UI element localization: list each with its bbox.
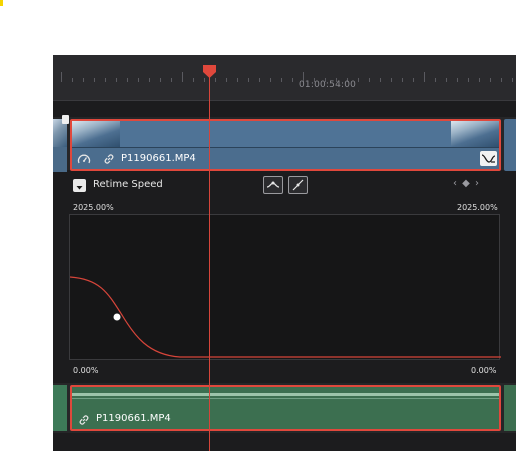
ruler-timecode: 01:00:54:00	[299, 80, 357, 90]
ruler-tick	[72, 78, 73, 82]
corner-mark	[0, 0, 3, 6]
ruler-tick	[413, 78, 414, 82]
ease-in-out-icon[interactable]	[263, 176, 283, 194]
graph-max-right: 2025.00%	[457, 203, 498, 212]
ruler-tick	[248, 78, 249, 82]
ruler-tick	[457, 78, 458, 82]
playhead-handle[interactable]	[202, 64, 217, 79]
ruler-tick	[424, 72, 425, 82]
audio-waveform-line	[72, 398, 499, 399]
ruler-tick	[270, 78, 271, 82]
audio-clip-previous[interactable]	[53, 385, 67, 431]
video-clip-next[interactable]	[504, 119, 516, 171]
retime-title[interactable]: Retime Speed	[93, 179, 163, 190]
ruler-tick	[391, 78, 392, 82]
ruler-tick	[380, 78, 381, 82]
linear-curve-icon[interactable]	[288, 176, 308, 194]
ruler-tick	[281, 78, 282, 82]
retime-keyframe-handle	[113, 313, 121, 321]
clip-thumbnail-end	[451, 121, 499, 147]
ruler-tick	[479, 78, 480, 82]
clip-thumbnail-start	[72, 121, 120, 147]
ruler-tick	[237, 78, 238, 82]
speedometer-icon[interactable]	[77, 153, 91, 167]
graph-min-right: 0.00%	[471, 366, 497, 375]
video-track: P1190661.MP4	[53, 115, 516, 172]
ruler-tick	[501, 78, 502, 82]
audio-waveform	[72, 393, 499, 396]
clip-thumbnail-strip	[72, 121, 499, 147]
retime-header: Retime Speed ‹ ◆ ›	[53, 173, 516, 199]
ruler-tick	[369, 78, 370, 82]
ruler-tick	[226, 78, 227, 82]
ruler-tick	[160, 78, 161, 82]
ruler-tick	[105, 78, 106, 82]
ruler-tick	[490, 78, 491, 82]
retime-curve	[69, 276, 501, 358]
screenshot: 01:00:54:00 P1190661.MP4 Retime Speed ‹ …	[0, 0, 516, 451]
ruler-tick	[61, 72, 62, 82]
timeline-ruler[interactable]: 01:00:54:00	[53, 55, 516, 101]
playhead-line[interactable]	[209, 65, 210, 451]
audio-clip-next[interactable]	[504, 385, 516, 431]
ruler-tick	[138, 78, 139, 82]
clip-label-row: P1190661.MP4	[72, 147, 499, 169]
ruler-tick	[259, 78, 260, 82]
video-clip-previous[interactable]	[53, 115, 69, 172]
ruler-tick	[127, 78, 128, 82]
ruler-tick	[446, 78, 447, 82]
ruler-tick	[468, 78, 469, 82]
audio-clip-selected[interactable]: P1190661.MP4	[70, 385, 501, 431]
link-icon	[103, 153, 115, 167]
ruler-tick	[182, 72, 183, 82]
timeline-footer	[53, 433, 516, 451]
ruler-tick	[94, 78, 95, 82]
retime-curve-icon[interactable]	[480, 151, 497, 166]
graph-min-left: 0.00%	[73, 366, 99, 375]
timeline-editor: 01:00:54:00 P1190661.MP4 Retime Speed ‹ …	[53, 55, 516, 451]
video-clip-name: P1190661.MP4	[121, 153, 196, 164]
ruler-tick	[193, 78, 194, 82]
audio-clip-name: P1190661.MP4	[96, 413, 171, 424]
link-icon	[78, 414, 90, 428]
ruler-tick	[116, 78, 117, 82]
retime-speed-graph[interactable]	[69, 214, 501, 360]
chevron-down-icon[interactable]	[73, 179, 86, 192]
ruler-tick	[435, 78, 436, 82]
ruler-tick	[358, 78, 359, 82]
ruler-tick	[402, 78, 403, 82]
clip-marker[interactable]	[62, 115, 69, 124]
video-clip-selected[interactable]: P1190661.MP4	[70, 119, 501, 171]
ruler-tick	[171, 78, 172, 82]
ruler-tick	[149, 78, 150, 82]
graph-max-left: 2025.00%	[73, 203, 114, 212]
ruler-tick	[83, 78, 84, 82]
audio-track: P1190661.MP4	[53, 383, 516, 433]
ruler-tick	[292, 78, 293, 82]
ruler-tick	[512, 78, 513, 82]
keyframe-navigation[interactable]: ‹ ◆ ›	[453, 178, 480, 189]
